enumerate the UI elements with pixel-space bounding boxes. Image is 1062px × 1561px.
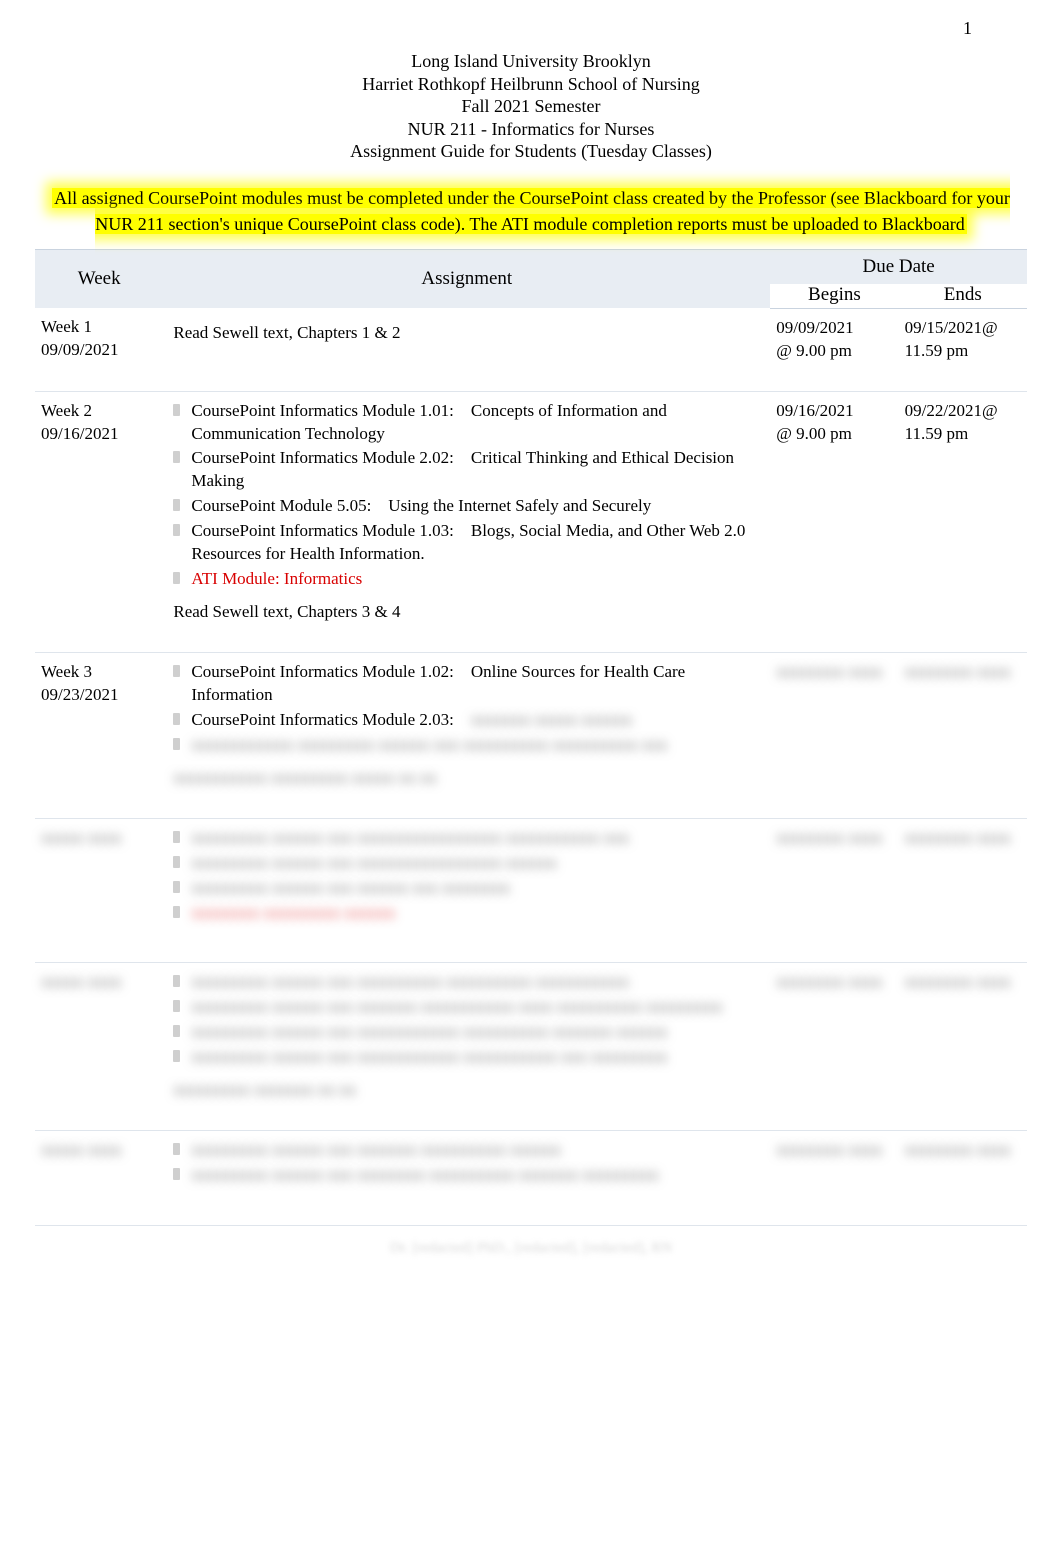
header-line-2: Harriet Rothkopf Heilbrunn School of Nur… [35, 73, 1027, 96]
table-row: Week 2 09/16/2021 CoursePoint Informatic… [35, 391, 1027, 652]
reading-text: Read Sewell text, Chapters 1 & 2 [173, 322, 756, 345]
obscured-text: xxxxxxxxx xxxxxxx xx xx [173, 1079, 756, 1102]
list-item: CoursePoint Informatics Module 2.03: xxx… [173, 709, 756, 732]
assignment-items: xxxxxxxxx xxxxxx xxx xxxxxxx xxxxxxxxxx … [173, 1139, 756, 1187]
assignment-items: CoursePoint Informatics Module 1.02: Onl… [173, 661, 756, 757]
page: 1 Long Island University Brooklyn Harrie… [0, 0, 1062, 1297]
col-header-due-date: Due Date [770, 249, 1027, 284]
obscured-text: xxxxxxxx xxxx [905, 661, 1019, 684]
ends-time: 11.59 pm [905, 340, 1019, 363]
table-row: Week 3 09/23/2021 CoursePoint Informatic… [35, 653, 1027, 819]
col-header-assignment: Assignment [163, 249, 770, 308]
begins-time: @ 9.00 pm [776, 423, 890, 446]
col-header-ends: Ends [899, 284, 1027, 309]
list-item: CoursePoint Informatics Module 1.01: Con… [173, 400, 756, 446]
week-date: 09/09/2021 [41, 339, 155, 362]
week-label: Week 1 [41, 316, 155, 339]
obscured-text: xxxxxxxxx xxxxxx xxx xxxxxxxxxxxxxxxxx x… [173, 852, 756, 875]
table-row: xxxxx xxxx xxxxxxxxx xxxxxx xxx xxxxxxx … [35, 1131, 1027, 1226]
obscured-text: xxxxxxxx xxxx [905, 1139, 1019, 1162]
begins-time: @ 9.00 pm [776, 340, 890, 363]
obscured-text: xxxxxxxx xxxx [905, 827, 1019, 850]
obscured-text: xxxxxxxxx xxxxxx xxx xxxxxxxxxxxxxxxxx x… [173, 827, 756, 850]
header-line-5: Assignment Guide for Students (Tuesday C… [35, 140, 1027, 163]
obscured-text: xxxxxxxx xxxx [776, 1139, 890, 1162]
obscured-text: xxxxxxxxx xxxxxx xxx xxxxxxxxxx xxxxxxxx… [173, 971, 756, 994]
header-line-3: Fall 2021 Semester [35, 95, 1027, 118]
ati-module-item: ATI Module: Informatics [173, 568, 756, 591]
week-date: 09/23/2021 [41, 684, 155, 707]
document-header: Long Island University Brooklyn Harriet … [35, 50, 1027, 163]
obscured-text: xxxxxxxxx xxxxxx xxx xxxxxx xxx xxxxxxxx [173, 877, 756, 900]
table-row: xxxxx xxxx xxxxxxxxx xxxxxx xxx xxxxxxxx… [35, 818, 1027, 963]
obscured-text: xxxxxxxx xxxxxxxxx xxxxxx [173, 902, 756, 925]
header-line-1: Long Island University Brooklyn [35, 50, 1027, 73]
obscured-text: xxxxxxxxx xxxxxx xxx xxxxxxxxxxxx xxxxxx… [173, 1046, 756, 1069]
list-item: CoursePoint Informatics Module 1.02: Onl… [173, 661, 756, 707]
list-item: CoursePoint Informatics Module 1.03: Blo… [173, 520, 756, 566]
begins-date: 09/16/2021 [776, 400, 890, 423]
header-line-4: NUR 211 - Informatics for Nurses [35, 118, 1027, 141]
begins-date: 09/09/2021 [776, 317, 890, 340]
page-number: 1 [963, 18, 972, 39]
ends-date: 09/22/2021@ [905, 400, 1019, 423]
obscured-text: xxxxxxx xxxxx xxxxxx [471, 710, 633, 729]
footer-author: Dr. [redacted] PhD., [redacted], [redact… [35, 1240, 1027, 1257]
list-item: CoursePoint Informatics Module 2.02: Cri… [173, 447, 756, 493]
reading-text: Read Sewell text, Chapters 3 & 4 [173, 601, 756, 624]
obscured-text: xxxxxxxxx xxxxxx xxx xxxxxxx xxxxxxxxxx … [173, 1139, 756, 1162]
table-row: xxxxx xxxx xxxxxxxxx xxxxxx xxx xxxxxxxx… [35, 963, 1027, 1131]
obscured-text: xxxxx xxxx [41, 1139, 155, 1162]
obscured-text: xxxxxxxx xxxx [776, 971, 890, 994]
obscured-text: xxxxx xxxx [41, 827, 155, 850]
obscured-text: xxxxxxxx xxxx [905, 971, 1019, 994]
highlighted-notice: All assigned CoursePoint modules must be… [35, 185, 1027, 237]
obscured-text: xxxxxxxxxxx xxxxxxxxx xxxxx xx xx [173, 767, 756, 790]
obscured-text: xxxxxxxxxxxx xxxxxxxxx xxxxxx xxx xxxxxx… [173, 734, 756, 757]
col-header-begins: Begins [770, 284, 898, 309]
notice-text: All assigned CoursePoint modules must be… [52, 188, 1010, 234]
assignment-items: xxxxxxxxx xxxxxx xxx xxxxxxxxxx xxxxxxxx… [173, 971, 756, 1069]
week-label: Week 2 [41, 400, 155, 423]
assignment-items: xxxxxxxxx xxxxxx xxx xxxxxxxxxxxxxxxxx x… [173, 827, 756, 925]
ends-time: 11.59 pm [905, 423, 1019, 446]
week-label: Week 3 [41, 661, 155, 684]
assignment-items: CoursePoint Informatics Module 1.01: Con… [173, 400, 756, 592]
obscured-text: xxxxxxxxx xxxxxx xxx xxxxxxxx xxxxxxxxxx… [173, 1164, 756, 1187]
col-header-week: Week [35, 249, 163, 308]
obscured-text: xxxxxxxxx xxxxxx xxx xxxxxxx xxxxxxxxxxx… [173, 996, 756, 1019]
obscured-text: xxxxxxxx xxxx [776, 661, 890, 684]
obscured-text: xxxxxxxxx xxxxxx xxx xxxxxxxxxxxx xxxxxx… [173, 1021, 756, 1044]
obscured-text: xxxxxxxx xxxx [776, 827, 890, 850]
ends-date: 09/15/2021@ [905, 317, 1019, 340]
assignment-schedule-table: Week Assignment Due Date Begins Ends Wee… [35, 249, 1027, 1226]
table-row: Week 1 09/09/2021 Read Sewell text, Chap… [35, 308, 1027, 391]
week-date: 09/16/2021 [41, 423, 155, 446]
list-item: CoursePoint Module 5.05: Using the Inter… [173, 495, 756, 518]
obscured-text: xxxxx xxxx [41, 971, 155, 994]
